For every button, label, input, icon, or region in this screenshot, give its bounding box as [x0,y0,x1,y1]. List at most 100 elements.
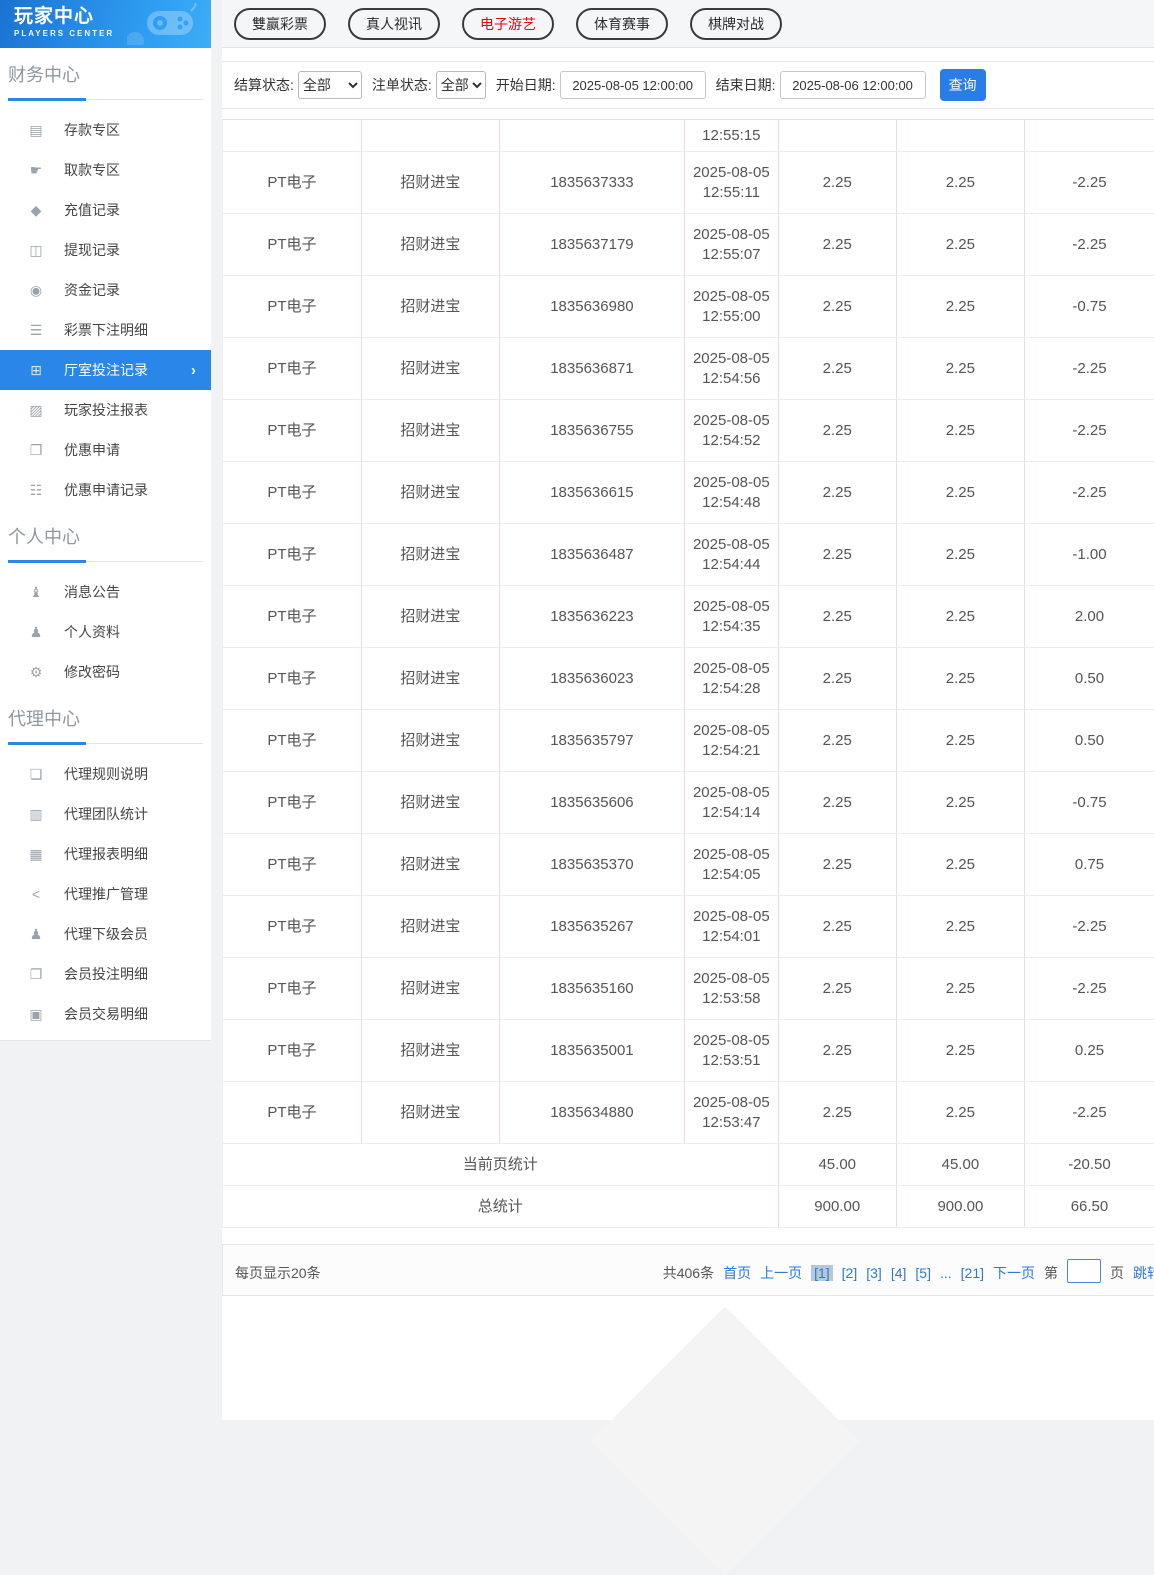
cell-empty [360,120,499,151]
cell-order-id: 1835636223 [498,586,684,647]
cell-win-loss: -2.25 [1023,462,1154,523]
sidebar-item-label: 代理报表明细 [64,846,148,862]
sidebar-item-hand[interactable]: ☛ 取款专区 [0,150,211,190]
page-link[interactable]: [3] [866,1265,882,1281]
end-date-input[interactable] [779,71,926,99]
cell-game-type: PT电子 [267,731,317,749]
cell-bet-time: 2025-08-05 12:53:51 [684,1020,778,1081]
sidebar-item-grid[interactable]: ⊞ 厅室投注记录 › [0,350,211,390]
page-link[interactable]: [21] [961,1265,984,1281]
page-link[interactable]: [2] [842,1265,858,1281]
prev-page-link[interactable]: 上一页 [760,1263,802,1283]
table-row: PT电子 招财进宝 1835635606 2025-08-05 12:54:14 2.25… [223,772,1154,834]
bet-date: 2025-08-05 [692,907,770,925]
start-date-input[interactable] [559,71,706,99]
tab-category[interactable]: 雙赢彩票 [234,7,326,40]
tab-category[interactable]: 体育赛事 [576,7,668,40]
sidebar-item-doclist[interactable]: ❐ 会员投注明细 [0,954,211,994]
jump-page-input[interactable] [1067,1259,1101,1283]
coin-icon: ◉ [29,281,43,298]
cell-game-type: PT电子 [267,173,317,191]
sidebar-item-coin[interactable]: ◉ 资金记录 [0,270,211,310]
cell-game-type: PT电子 [267,669,317,687]
tab-category[interactable]: 真人视讯 [348,7,440,40]
table-row: PT电子 招财进宝 1835635001 2025-08-05 12:53:51 2.25… [223,1020,1154,1082]
next-page-link[interactable]: 下一页 [993,1263,1035,1283]
sidebar-item-card[interactable]: ▤ 存款专区 [0,110,211,150]
order-status-select[interactable]: 全部 [435,71,486,99]
bet-date: 2025-08-05 [692,535,770,553]
query-button[interactable]: 查询 [939,69,986,101]
bet-records-table: 12:55:15 PT电子 招财进宝 1835637333 2025-08-05 12:5… [222,119,1154,1228]
sidebar-item-label: 资金记录 [64,282,120,298]
bet-date: 2025-08-05 [692,163,770,181]
sidebar-item-share[interactable]: < 代理推广管理 [0,874,211,914]
person-icon: ♟ [29,623,43,640]
cell-game-type: PT电子 [267,979,317,997]
cell-valid-amount: 2.25 [895,586,1024,647]
sidebar-item-docsq[interactable]: ▣ 会员交易明细 [0,994,211,1034]
cell-bet-time: 2025-08-05 12:54:14 [684,772,778,833]
bet-clock: 12:55:00 [702,307,761,325]
cell-empty [498,120,684,151]
grand-total-row: 总统计 900.00 900.00 66.50 [223,1186,1154,1228]
bet-clock: 12:54:52 [702,431,761,449]
sidebar-item-doc[interactable]: ❏ 代理规则说明 [0,754,211,794]
bet-date: 2025-08-05 [692,349,770,367]
sidebar-item-stat2[interactable]: ▦ 代理报表明细 [0,834,211,874]
first-page-link[interactable]: 首页 [723,1263,751,1283]
cell-order-id: 1835636755 [498,400,684,461]
cell-win-loss: -2.25 [1023,400,1154,461]
cell-bet-time: 2025-08-05 12:54:44 [684,524,778,585]
sidebar-item-trigram[interactable]: ☷ 优惠申请记录 [0,470,211,510]
table-row: PT电子 招财进宝 1835636755 2025-08-05 12:54:52 2.25… [223,400,1154,462]
page-link[interactable]: [4] [891,1265,907,1281]
sidebar-item-chart[interactable]: ▨ 玩家投注报表 [0,390,211,430]
tab-active[interactable]: 电子游艺 [462,7,554,40]
sidebar-item-people[interactable]: ♟ 代理下级会员 [0,914,211,954]
bet-date: 2025-08-05 [692,721,770,739]
cell-bet-time: 2025-08-05 12:53:58 [684,958,778,1019]
cell-game-name: 招财进宝 [360,834,499,895]
cell-bet-time: 2025-08-05 12:54:56 [684,338,778,399]
cell-bet-amount: 2.25 [777,958,896,1019]
end-date-label: 结束日期: [715,77,776,93]
cell-bet-time: 2025-08-05 12:55:07 [684,214,778,275]
bet-date: 2025-08-05 [692,659,770,677]
sidebar-item-ticket[interactable]: ❒ 优惠申请 [0,430,211,470]
grand-total-row-bet: 900.00 [777,1186,896,1227]
chevron-right-icon: › [191,361,196,379]
bet-clock: 12:54:44 [702,555,761,573]
cell-bet-time: 2025-08-05 12:54:28 [684,648,778,709]
cell-valid-amount: 2.25 [895,400,1024,461]
cell-valid-amount: 2.25 [895,958,1024,1019]
cell-valid-amount: 2.25 [895,214,1024,275]
cell-game-name: 招财进宝 [360,338,499,399]
sidebar-item-bell[interactable]: ♝ 消息公告 [0,572,211,612]
cell-win-loss: -2.25 [1023,214,1154,275]
settle-status-label: 结算状态: [234,77,294,93]
sidebar-item-wallet[interactable]: ◫ 提现记录 [0,230,211,270]
cell-bet-time: 2025-08-05 12:55:00 [684,276,778,337]
sidebar-item-stat[interactable]: ▥ 代理团队统计 [0,794,211,834]
bet-date: 2025-08-05 [692,1031,770,1049]
sidebar-item-moneybag[interactable]: ◆ 充值记录 [0,190,211,230]
sidebar-item-gear[interactable]: ⚙ 修改密码 [0,652,211,692]
cell-bet-amount: 2.25 [777,462,896,523]
bet-date: 2025-08-05 [692,783,770,801]
settle-status-select[interactable]: 全部 [297,71,362,99]
hand-icon: ☛ [29,161,43,178]
cell-game-type: PT电子 [267,297,317,315]
sidebar-item-label: 会员交易明细 [64,1006,148,1022]
cell-bet-time: 2025-08-05 12:55:11 [684,152,778,213]
table-row: PT电子 招财进宝 1835635267 2025-08-05 12:54:01 2.25… [223,896,1154,958]
jump-button[interactable]: 跳转 [1133,1263,1154,1283]
sidebar-item-label: 代理推广管理 [64,886,148,902]
sidebar-item-list[interactable]: ☰ 彩票下注明细 [0,310,211,350]
sidebar-item-label: 消息公告 [64,584,120,600]
tab-category[interactable]: 棋牌对战 [690,7,782,40]
table-row: PT电子 招财进宝 1835636223 2025-08-05 12:54:35 2.25… [223,586,1154,648]
sidebar-item-person[interactable]: ♟ 个人资料 [0,612,211,652]
page-link[interactable]: [5] [915,1265,931,1281]
cell-bet-amount: 2.25 [777,1020,896,1081]
